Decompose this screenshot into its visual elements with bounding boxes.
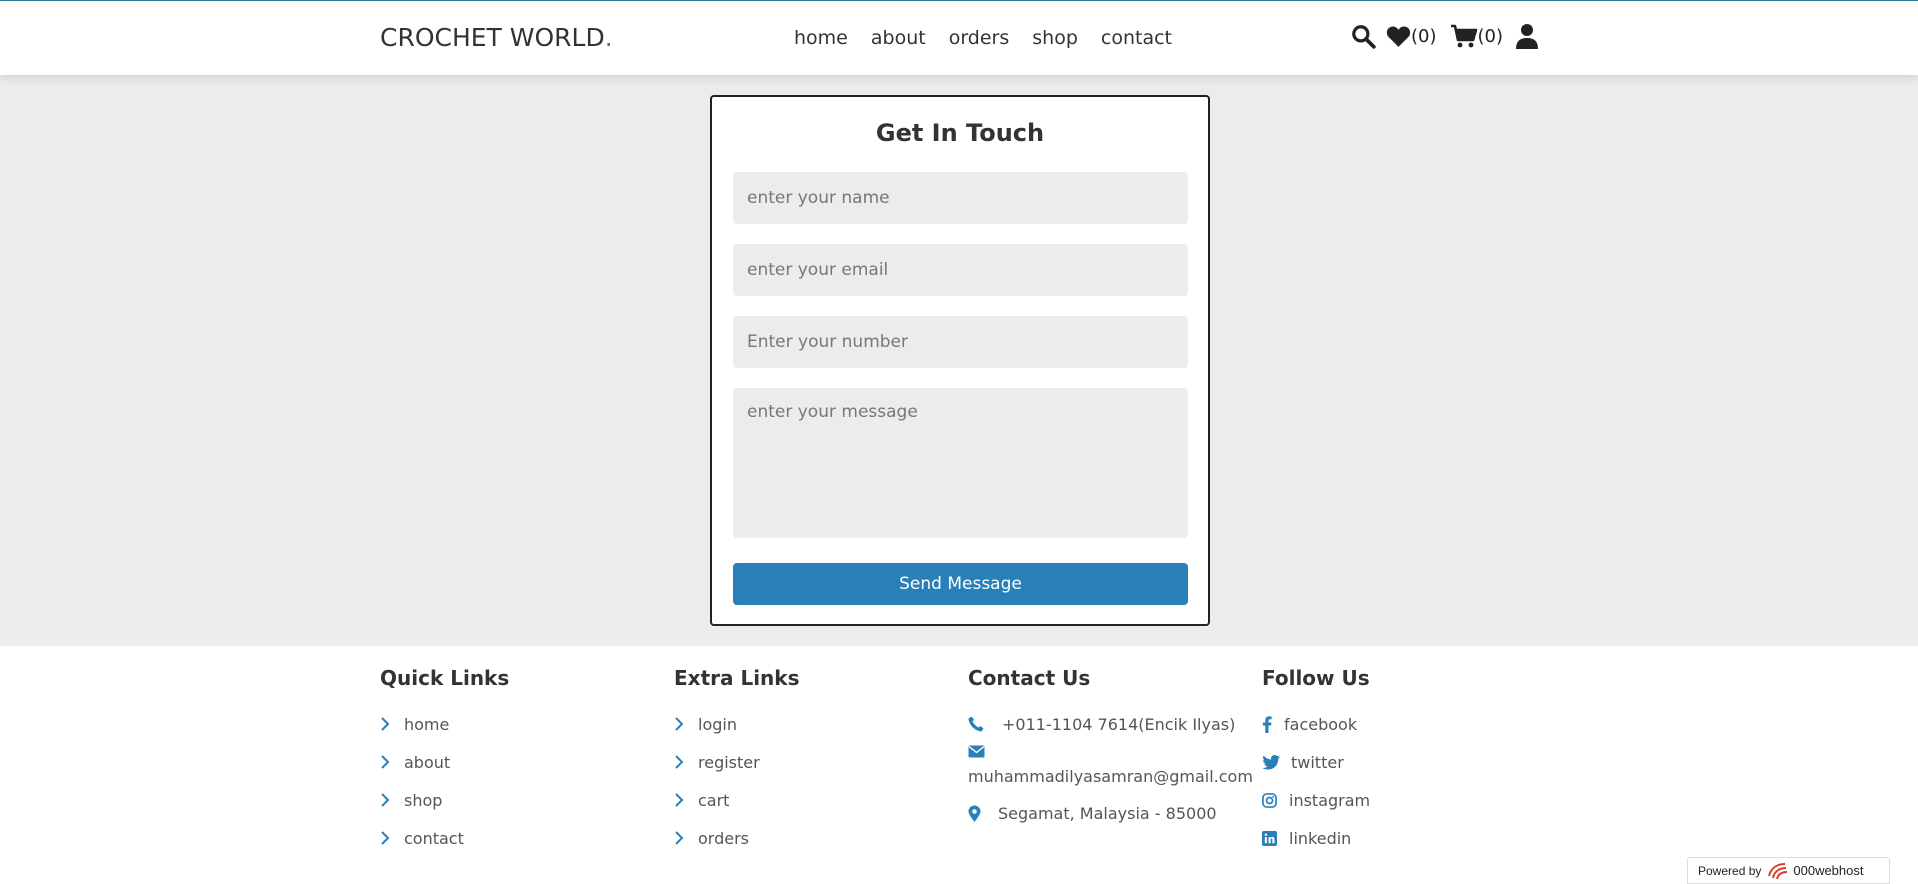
social-label: facebook	[1284, 714, 1358, 734]
logo-dot: .	[604, 23, 613, 52]
contact-address-text: Segamat, Malaysia - 85000	[998, 803, 1217, 823]
quick-link-home[interactable]: home	[380, 705, 670, 743]
logo[interactable]: CROCHET WORLD.	[380, 23, 613, 52]
webhost-brand: 000webhost	[1767, 862, 1864, 880]
social-label: twitter	[1291, 752, 1344, 772]
contact-address: Segamat, Malaysia - 85000	[968, 794, 1258, 832]
chevron-right-icon	[674, 793, 696, 807]
powered-label: Powered by	[1698, 863, 1762, 878]
quick-link-shop[interactable]: shop	[380, 781, 670, 819]
extra-link-label: register	[698, 752, 760, 772]
facebook-icon	[1262, 715, 1282, 733]
extra-link-label: cart	[698, 790, 730, 810]
instagram-icon	[1262, 792, 1287, 808]
extra-link-register[interactable]: register	[674, 743, 964, 781]
contact-email: muhammadilyasamran@gmail.com	[968, 743, 1258, 786]
extra-link-label: orders	[698, 828, 749, 848]
number-input[interactable]	[733, 316, 1188, 368]
contact-us: Contact Us +011-1104 7614(Encik Ilyas) m…	[968, 666, 1258, 832]
social-twitter[interactable]: twitter	[1262, 743, 1552, 781]
extra-link-cart[interactable]: cart	[674, 781, 964, 819]
map-marker-icon	[968, 805, 996, 822]
header-icons: (0) (0)	[1350, 23, 1538, 49]
chevron-right-icon	[674, 717, 696, 731]
header: CROCHET WORLD. home about orders shop co…	[0, 0, 1918, 75]
follow-us-title: Follow Us	[1262, 666, 1370, 690]
form-title: Get In Touch	[875, 119, 1045, 147]
social-label: linkedin	[1289, 828, 1352, 848]
user-icon	[1516, 24, 1538, 49]
contact-us-title: Contact Us	[968, 666, 1091, 690]
chevron-right-icon	[380, 717, 402, 731]
extra-link-login[interactable]: login	[674, 705, 964, 743]
social-label: instagram	[1289, 790, 1371, 810]
chevron-right-icon	[380, 793, 402, 807]
phone-icon	[968, 716, 1000, 732]
nav-orders[interactable]: orders	[949, 27, 1010, 49]
social-linkedin[interactable]: linkedin	[1262, 819, 1552, 857]
quick-link-about[interactable]: about	[380, 743, 670, 781]
extra-links-title: Extra Links	[674, 666, 800, 690]
cart-button[interactable]: (0)	[1450, 24, 1504, 49]
contact-phone-text: +011-1104 7614(Encik Ilyas)	[1002, 714, 1236, 734]
name-input[interactable]	[733, 172, 1188, 224]
webhost-brand-text: 000webhost	[1793, 863, 1864, 878]
follow-us: Follow Us facebook twitter instagram lin…	[1262, 666, 1552, 857]
chevron-right-icon	[674, 755, 696, 769]
quick-link-label: shop	[404, 790, 443, 810]
extra-link-orders[interactable]: orders	[674, 819, 964, 857]
linkedin-icon	[1262, 830, 1287, 846]
extra-link-label: login	[698, 714, 737, 734]
quick-link-label: home	[404, 714, 450, 734]
social-facebook[interactable]: facebook	[1262, 705, 1552, 743]
nav-home[interactable]: home	[794, 27, 848, 49]
search-button[interactable]	[1350, 23, 1376, 49]
social-instagram[interactable]: instagram	[1262, 781, 1552, 819]
webhost-logo-icon	[1768, 862, 1788, 879]
search-icon	[1352, 25, 1376, 49]
cart-icon	[1450, 24, 1477, 47]
chevron-right-icon	[674, 831, 696, 845]
nav-contact[interactable]: contact	[1101, 27, 1172, 49]
message-input[interactable]	[733, 388, 1188, 538]
nav-shop[interactable]: shop	[1032, 27, 1078, 49]
send-message-button[interactable]: Send Message	[733, 563, 1188, 605]
chevron-right-icon	[380, 831, 402, 845]
main-nav: home about orders shop contact	[794, 27, 1172, 49]
heart-icon	[1386, 26, 1411, 47]
quick-links-title: Quick Links	[380, 666, 510, 690]
contact-email-text: muhammadilyasamran@gmail.com	[968, 767, 1253, 786]
envelope-icon	[968, 743, 990, 765]
nav-about[interactable]: about	[871, 27, 926, 49]
twitter-icon	[1262, 754, 1289, 770]
email-input[interactable]	[733, 244, 1188, 296]
quick-link-label: about	[404, 752, 451, 772]
contact-phone: +011-1104 7614(Encik Ilyas)	[968, 705, 1258, 743]
contact-form: Get In Touch Send Message	[710, 95, 1210, 626]
wishlist-button[interactable]: (0)	[1386, 25, 1437, 48]
extra-links: Extra Links login register cart orders	[674, 666, 964, 857]
powered-by-badge[interactable]: Powered by 000webhost	[1687, 857, 1890, 884]
chevron-right-icon	[380, 755, 402, 769]
cart-count: (0)	[1477, 25, 1504, 47]
logo-text[interactable]: CROCHET WORLD	[380, 23, 605, 52]
quick-link-contact[interactable]: contact	[380, 819, 670, 857]
wishlist-count: (0)	[1411, 25, 1437, 47]
footer: Quick Links home about shop contact Extr…	[0, 646, 1918, 884]
quick-link-label: contact	[404, 828, 464, 848]
quick-links: Quick Links home about shop contact	[380, 666, 670, 857]
user-button[interactable]	[1516, 23, 1538, 49]
